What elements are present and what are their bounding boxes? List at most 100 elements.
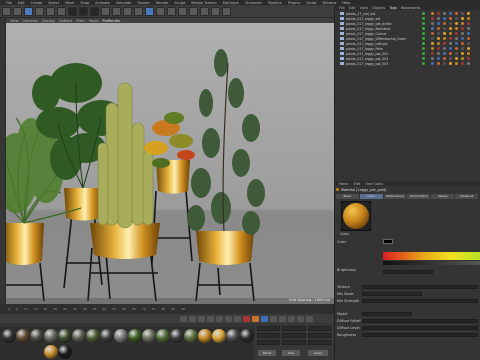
undo-icon[interactable] — [2, 6, 11, 16]
object-name[interactable]: plants_017_leggy_pot_002 — [346, 57, 406, 61]
record-icon[interactable] — [243, 315, 250, 322]
material-tag-icon[interactable] — [461, 27, 464, 30]
cube-icon[interactable] — [145, 6, 154, 16]
menu-item[interactable]: Pipeline — [268, 1, 282, 5]
material-thumbnail[interactable] — [100, 329, 114, 343]
material-tag-icon[interactable] — [461, 42, 464, 45]
object-name[interactable]: plants_017_leggy_pot_003 — [346, 62, 406, 66]
material-tag-icon[interactable] — [455, 17, 458, 20]
menu-item[interactable]: Script — [306, 1, 316, 5]
material-tag-icon[interactable] — [443, 22, 446, 25]
material-tag-icon[interactable] — [437, 17, 440, 20]
material-tag-icon[interactable] — [443, 52, 446, 55]
previous-key-icon[interactable] — [189, 315, 196, 322]
viewport-tab[interactable]: Cameras — [22, 19, 38, 23]
material-thumbnail[interactable] — [58, 345, 72, 359]
menu-item[interactable]: Help — [342, 1, 350, 5]
material-tag-icon[interactable] — [443, 27, 446, 30]
material-tag-icon[interactable] — [431, 27, 434, 30]
material-tag-icon[interactable] — [431, 57, 434, 60]
camera-icon[interactable] — [211, 6, 220, 16]
viewport-tab[interactable]: View — [10, 19, 18, 23]
color-swatch[interactable] — [383, 239, 393, 244]
visibility-dot-icon[interactable] — [422, 42, 425, 45]
next-frame-icon[interactable] — [216, 315, 223, 322]
viewport-tab[interactable]: Options — [59, 19, 73, 23]
material-tag-icon[interactable] — [461, 37, 464, 40]
material-tag-icon[interactable] — [449, 37, 452, 40]
live-selection-icon[interactable] — [24, 6, 33, 16]
object-manager-tab[interactable]: Bookmarks — [401, 6, 421, 10]
menu-item[interactable]: Render — [156, 1, 168, 5]
attribute-subtab[interactable]: Assign — [431, 194, 455, 199]
menu-item[interactable]: Mesh — [65, 1, 74, 5]
material-tag-icon[interactable] — [461, 52, 464, 55]
viewport-tab[interactable]: Display — [42, 19, 55, 23]
material-thumbnail[interactable] — [184, 329, 198, 343]
scale-icon[interactable] — [46, 6, 55, 16]
material-tag-icon[interactable] — [431, 37, 434, 40]
material-tag-icon[interactable] — [449, 47, 452, 50]
material-tag-icon[interactable] — [443, 37, 446, 40]
material-tag-icon[interactable] — [449, 57, 452, 60]
pos-x-field[interactable] — [257, 326, 281, 331]
menu-item[interactable]: Character — [245, 1, 262, 5]
timeline[interactable]: 0 5 10 15 20 25 30 35 40 45 50 55 60 65 70 75 80 85 90 — [0, 304, 334, 314]
rot-h-field[interactable] — [307, 326, 331, 331]
subdivision-icon[interactable] — [167, 6, 176, 16]
material-thumbnail[interactable] — [72, 329, 86, 343]
z-axis-icon[interactable] — [90, 6, 99, 16]
material-tag-icon[interactable] — [461, 17, 464, 20]
diffuse-falloff-field[interactable] — [362, 319, 478, 323]
material-tag-icon[interactable] — [449, 52, 452, 55]
mix-strength-field[interactable] — [362, 299, 478, 303]
material-thumbnail[interactable] — [58, 329, 72, 343]
material-tag-icon[interactable] — [461, 57, 464, 60]
previous-frame-icon[interactable] — [198, 315, 205, 322]
attribute-subtab[interactable]: Viewport — [455, 194, 478, 199]
menu-item[interactable]: File — [6, 1, 12, 5]
pen-icon[interactable] — [156, 6, 165, 16]
material-thumbnail[interactable] — [142, 329, 156, 343]
material-tag-icon[interactable] — [431, 22, 434, 25]
object-name[interactable]: plants_017_leggy_pot_001 — [346, 52, 406, 56]
visibility-dot-icon[interactable] — [422, 17, 425, 20]
material-tag-icon[interactable] — [455, 12, 458, 15]
material-tag-icon[interactable] — [467, 22, 470, 25]
material-tag-icon[interactable] — [461, 47, 464, 50]
material-tag-icon[interactable] — [431, 47, 434, 50]
material-tag-icon[interactable] — [461, 22, 464, 25]
material-tag-icon[interactable] — [449, 22, 452, 25]
world-dropdown[interactable]: World — [258, 350, 276, 356]
texture-field[interactable] — [362, 285, 478, 289]
material-tag-icon[interactable] — [455, 37, 458, 40]
material-tag-icon[interactable] — [437, 57, 440, 60]
apply-button[interactable]: Apply — [308, 350, 328, 356]
material-thumbnail[interactable] — [198, 329, 212, 343]
material-tag-icon[interactable] — [443, 57, 446, 60]
material-tag-icon[interactable] — [443, 62, 446, 65]
menu-item[interactable]: Plugins — [288, 1, 301, 5]
x-axis-icon[interactable] — [68, 6, 77, 16]
material-thumbnail[interactable] — [114, 329, 128, 343]
material-tag-icon[interactable] — [455, 62, 458, 65]
material-thumbnail[interactable] — [240, 329, 254, 343]
material-tag-icon[interactable] — [431, 32, 434, 35]
material-tag-icon[interactable] — [461, 32, 464, 35]
material-tag-icon[interactable] — [455, 27, 458, 30]
material-tag-icon[interactable] — [467, 27, 470, 30]
model-field[interactable] — [362, 312, 412, 316]
visibility-dot-icon[interactable] — [422, 32, 425, 35]
material-thumbnail[interactable] — [226, 329, 240, 343]
rotation-key-icon[interactable] — [288, 315, 295, 322]
keyframe-selection-icon[interactable] — [261, 315, 268, 322]
go-to-end-icon[interactable] — [234, 315, 241, 322]
autokey-icon[interactable] — [252, 315, 259, 322]
diffuse-level-field[interactable] — [362, 326, 478, 330]
material-tag-icon[interactable] — [449, 42, 452, 45]
material-tag-icon[interactable] — [449, 32, 452, 35]
viewport-tab[interactable]: Filter — [76, 19, 85, 23]
material-thumbnail[interactable] — [44, 345, 58, 359]
visibility-dot-icon[interactable] — [422, 47, 425, 50]
material-tag-icon[interactable] — [467, 62, 470, 65]
